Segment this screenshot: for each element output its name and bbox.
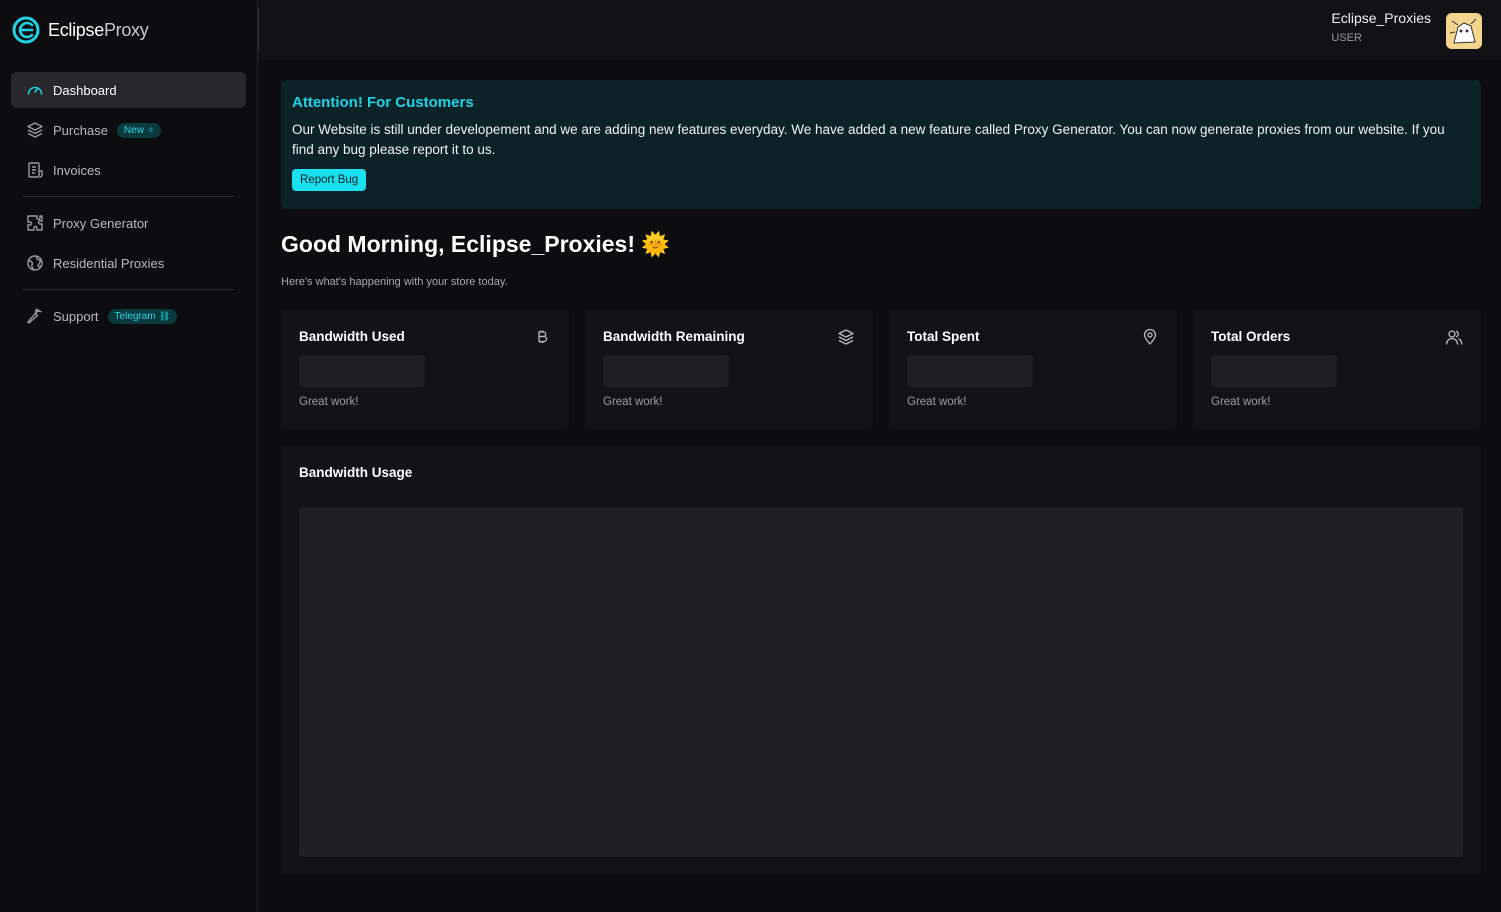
map-pin-icon <box>1143 328 1157 345</box>
puzzle-icon <box>27 215 43 231</box>
user-info[interactable]: Eclipse_Proxies USER <box>1331 10 1431 44</box>
sidebar-item-label: Proxy Generator <box>53 215 149 231</box>
card-title: Total Spent <box>907 329 980 344</box>
sidebar-item-label: Invoices <box>53 162 101 178</box>
sidebar-item-label: Dashboard <box>53 82 117 98</box>
new-badge: New ✧ <box>116 122 162 138</box>
sidebar-nav: Dashboard Purchase New ✧ Invoices Proxy … <box>0 60 257 334</box>
page-title: Good Morning, Eclipse_Proxies! 🌞 <box>281 231 1481 258</box>
card-bandwidth-remaining: Bandwidth Remaining Great work! <box>585 309 873 429</box>
user-name: Eclipse_Proxies <box>1331 10 1431 26</box>
card-title: Bandwidth Used <box>299 329 405 344</box>
gauge-icon <box>27 86 43 95</box>
brand-name-bold: Eclipse <box>48 19 104 40</box>
stat-cards: Bandwidth Used Great work! Bandwidth Rem… <box>281 309 1481 429</box>
layers-icon <box>838 329 854 345</box>
wrench-icon <box>27 308 42 324</box>
card-footer: Great work! <box>1211 396 1271 408</box>
sidebar-item-residential-proxies[interactable]: Residential Proxies <box>11 245 246 281</box>
header-separator <box>258 8 259 52</box>
sparkle-icon: ✧ <box>146 124 155 135</box>
sidebar-divider <box>23 289 234 290</box>
avatar-image-icon <box>1446 13 1482 49</box>
report-bug-button[interactable]: Report Bug <box>292 169 367 191</box>
receipt-icon <box>28 162 43 178</box>
eclipse-logo-icon <box>12 16 40 44</box>
card-title: Total Orders <box>1211 329 1291 344</box>
alert-title: Attention! For Customers <box>292 94 474 111</box>
card-title: Bandwidth Remaining <box>603 329 745 344</box>
card-total-spent: Total Spent Great work! <box>889 309 1177 429</box>
sun-emoji-icon: 🌞 <box>641 231 670 257</box>
user-role: USER <box>1331 32 1362 44</box>
users-icon <box>1445 330 1463 345</box>
telegram-badge[interactable]: Telegram ⛓ <box>107 308 178 324</box>
card-value-placeholder <box>1211 355 1337 387</box>
greeting-subtitle: Here's what's happening with your store … <box>281 276 508 288</box>
usage-title: Bandwidth Usage <box>299 465 413 480</box>
badge-label: Telegram <box>114 310 156 322</box>
sidebar-item-invoices[interactable]: Invoices <box>11 152 246 188</box>
sidebar-item-support[interactable]: Support Telegram ⛓ <box>11 298 246 334</box>
greeting-title: Good Morning, Eclipse_Proxies! <box>281 231 636 257</box>
link-icon: ⛓ <box>158 310 171 321</box>
bitcoin-icon <box>538 330 548 343</box>
sidebar-item-proxy-generator[interactable]: Proxy Generator <box>11 205 246 241</box>
card-value-placeholder <box>603 355 729 387</box>
layers-icon <box>27 122 43 138</box>
brand-logo[interactable]: EclipseProxy <box>0 0 257 60</box>
card-bandwidth-used: Bandwidth Used Great work! <box>281 309 569 429</box>
usage-chart-placeholder <box>299 507 1463 857</box>
avatar[interactable] <box>1446 13 1482 49</box>
card-value-placeholder <box>907 355 1033 387</box>
alert-text: Our Website is still under developement … <box>292 122 1445 157</box>
sidebar-item-label: Purchase <box>53 122 108 138</box>
brand-name-thin: Proxy <box>103 19 149 40</box>
card-value-placeholder <box>299 355 425 387</box>
card-footer: Great work! <box>603 396 663 408</box>
sidebar-item-label: Residential Proxies <box>53 255 165 271</box>
top-header: Eclipse_Proxies USER <box>259 0 1501 60</box>
sidebar-divider <box>23 196 234 197</box>
sidebar-item-dashboard[interactable]: Dashboard <box>11 72 246 108</box>
brand-name: EclipseProxy <box>48 19 149 41</box>
sidebar-item-label: Support <box>53 308 99 324</box>
sidebar-item-purchase[interactable]: Purchase New ✧ <box>11 112 246 148</box>
card-footer: Great work! <box>907 396 967 408</box>
card-total-orders: Total Orders Great work! <box>1193 309 1481 429</box>
card-footer: Great work! <box>299 396 359 408</box>
sidebar: EclipseProxy Dashboard Purchase New ✧ In… <box>0 0 258 912</box>
attention-alert: Attention! For Customers Our Website is … <box>281 80 1481 209</box>
globe-icon <box>27 255 43 271</box>
bandwidth-usage-panel: Bandwidth Usage <box>281 445 1481 875</box>
badge-label: New <box>123 124 144 136</box>
main-content: Attention! For Customers Our Website is … <box>281 80 1481 875</box>
